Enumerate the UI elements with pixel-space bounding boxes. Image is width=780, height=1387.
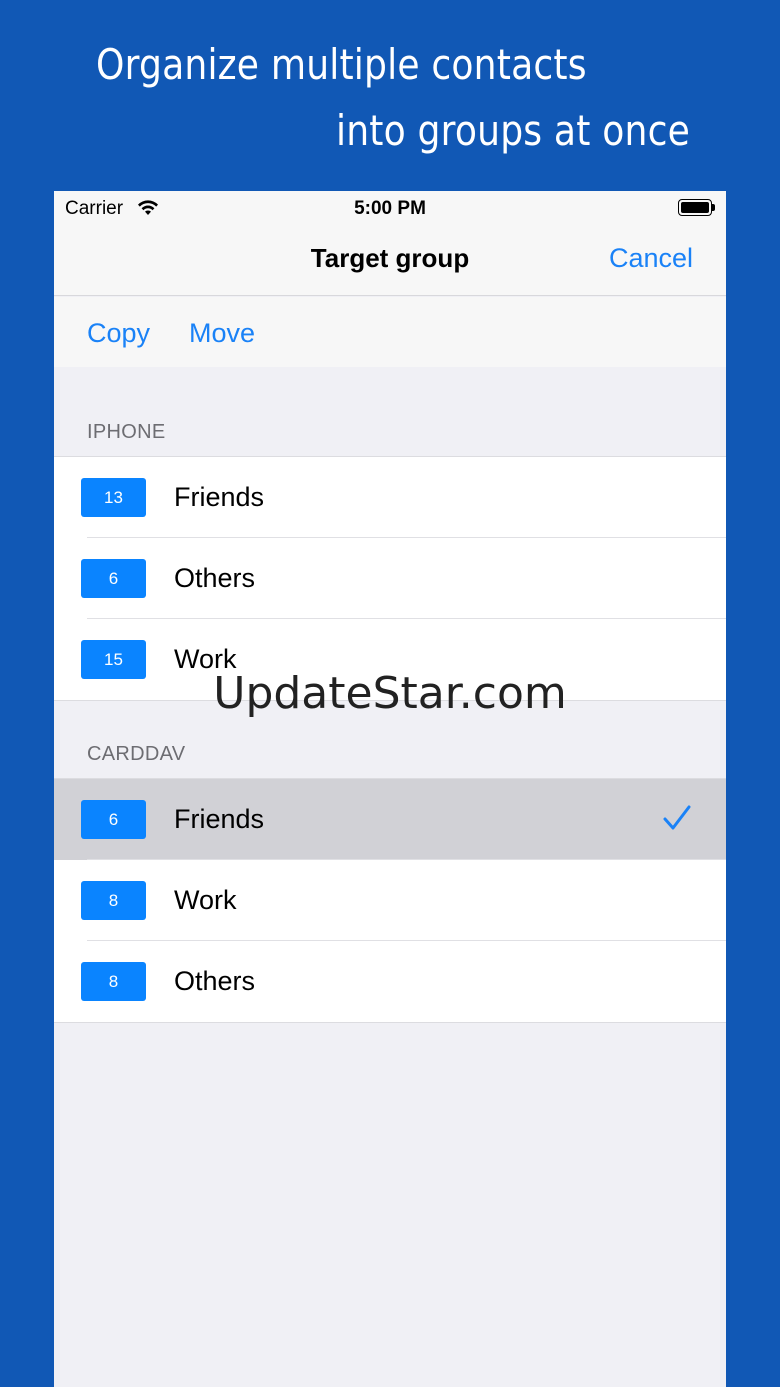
phone-screen: Carrier 5:00 PM Target group Cancel Copy…: [54, 191, 726, 1387]
action-bar: Copy Move: [54, 297, 726, 367]
count-badge: 6: [81, 800, 146, 839]
checkmark-icon: [663, 805, 691, 830]
group-list-iphone: 13 Friends 6 Others 15 Work: [54, 456, 726, 701]
group-name: Others: [174, 563, 256, 593]
group-list-carddav: 6 Friends 8 Work 8 Others: [54, 778, 726, 1023]
group-row-iphone-others[interactable]: 6 Others: [54, 538, 726, 619]
move-button[interactable]: Move: [189, 318, 255, 349]
status-bar: Carrier 5:00 PM: [54, 191, 726, 225]
navigation-bar: Target group Cancel: [54, 225, 726, 296]
group-row-carddav-work[interactable]: 8 Work: [54, 860, 726, 941]
battery-icon: [678, 199, 715, 216]
count-badge: 8: [81, 881, 146, 920]
group-name: Friends: [174, 804, 265, 834]
count-badge: 8: [81, 962, 146, 1001]
promo-headline-line-1: Organize multiple contacts: [96, 40, 587, 89]
cancel-button[interactable]: Cancel: [609, 243, 693, 274]
promo-headline-line-2: into groups at once: [336, 106, 690, 155]
group-row-iphone-work[interactable]: 15 Work: [54, 619, 726, 700]
clock: 5:00 PM: [354, 198, 426, 219]
group-name: Work: [174, 644, 237, 674]
group-row-carddav-others[interactable]: 8 Others: [54, 941, 726, 1022]
copy-button[interactable]: Copy: [87, 318, 150, 349]
count-badge: 15: [81, 640, 146, 679]
group-name: Others: [174, 966, 256, 996]
group-row-carddav-friends[interactable]: 6 Friends: [54, 779, 726, 860]
group-row-iphone-friends[interactable]: 13 Friends: [54, 457, 726, 538]
count-badge: 13: [81, 478, 146, 517]
section-header-iphone: IPHONE: [87, 421, 166, 443]
group-name: Friends: [174, 482, 265, 512]
group-name: Work: [174, 885, 237, 915]
section-header-carddav: CARDDAV: [87, 743, 186, 765]
count-badge: 6: [81, 559, 146, 598]
